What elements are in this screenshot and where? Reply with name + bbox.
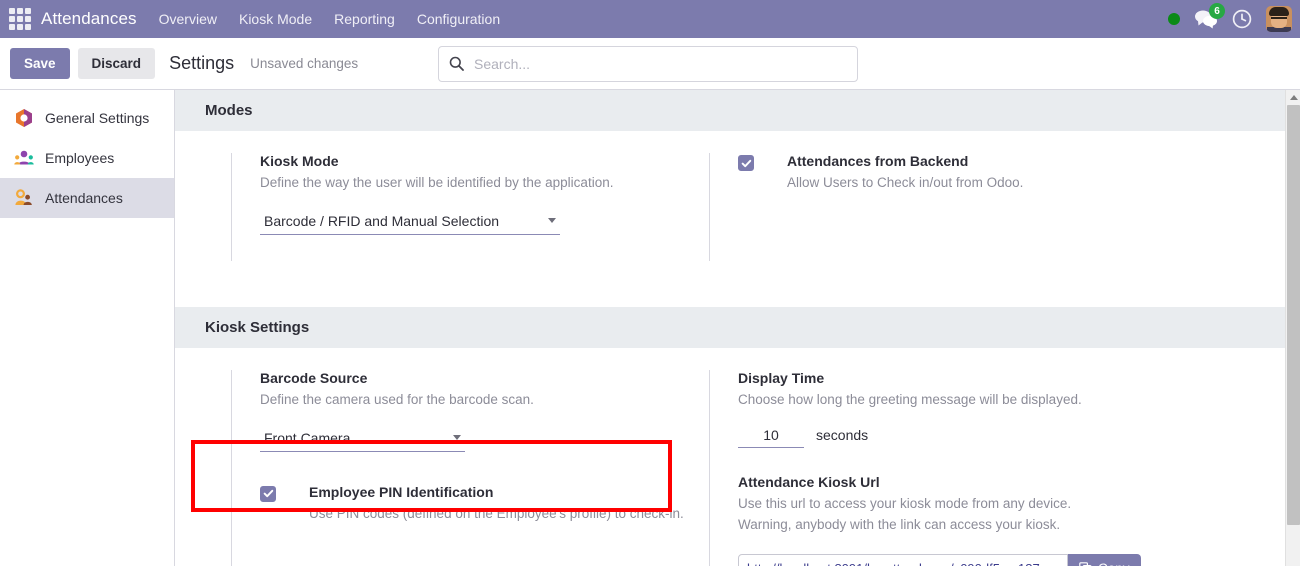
messages-icon[interactable]: 6 (1194, 3, 1225, 29)
menu-item-kiosk-mode[interactable]: Kiosk Mode (239, 11, 312, 27)
section-header-kiosk-settings: Kiosk Settings (175, 306, 1285, 348)
apps-grid-icon[interactable] (9, 8, 31, 30)
copy-url-button[interactable]: Copy (1068, 553, 1141, 566)
setting-title-kiosk-mode: Kiosk Mode (260, 153, 339, 169)
copy-icon (1079, 562, 1092, 566)
main-menu: Overview Kiosk Mode Reporting Configurat… (159, 11, 501, 27)
sidebar-label-general-settings: General Settings (45, 110, 150, 126)
employees-icon (14, 148, 34, 168)
kiosk-right-column: Display Time Choose how long the greetin… (709, 369, 1179, 566)
copy-url-label: Copy (1098, 561, 1130, 566)
attendances-backend-checkbox[interactable] (738, 155, 754, 171)
clock-icon[interactable] (1232, 9, 1252, 29)
setting-employee-pin-identification: Employee PIN Identification Use PIN code… (260, 484, 701, 525)
scrollbar-thumb[interactable] (1287, 105, 1300, 525)
search-icon (449, 56, 464, 71)
odoo-hexagon-icon (14, 108, 34, 128)
setting-desc-attendances-backend: Allow Users to Check in/out from Odoo. (787, 175, 1024, 190)
setting-kiosk-mode: Kiosk Mode Define the way the user will … (260, 153, 701, 235)
sidebar-item-attendances[interactable]: Attendances (0, 178, 174, 218)
setting-desc-display-time: Choose how long the greeting message wil… (738, 391, 1082, 407)
settings-content: Modes Kiosk Mode Define the way the user… (175, 90, 1300, 566)
setting-title-barcode-source: Barcode Source (260, 369, 368, 386)
setting-title-display-time: Display Time (738, 369, 825, 386)
setting-desc-kiosk-url-2: Warning, anybody with the link can acces… (738, 516, 1061, 532)
attendances-backend-text: Attendances from Backend Allow Users to … (787, 153, 1023, 194)
employee-pin-text: Employee PIN Identification Use PIN code… (309, 484, 684, 525)
modes-left-column: Kiosk Mode Define the way the user will … (231, 153, 701, 261)
display-time-unit: seconds (816, 426, 869, 443)
barcode-source-select[interactable]: Front Camera (260, 427, 465, 452)
setting-desc-kiosk-url-1: Use this url to access your kiosk mode f… (738, 495, 1072, 511)
search-box[interactable] (438, 45, 858, 82)
setting-title-attendances-backend: Attendances from Backend (787, 153, 969, 169)
kiosk-url-row: http://localhost:8091/hr_attendance/c090… (738, 553, 1179, 566)
setting-desc-kiosk-mode: Define the way the user will be identifi… (260, 175, 614, 190)
sidebar-label-employees: Employees (45, 150, 115, 166)
top-navbar: Attendances Overview Kiosk Mode Reportin… (0, 0, 1300, 38)
sidebar-label-attendances: Attendances (45, 190, 123, 206)
setting-barcode-source: Barcode Source Define the camera used fo… (260, 370, 701, 452)
navbar-right-tools: 6 (1168, 0, 1292, 38)
search-input[interactable] (474, 55, 847, 72)
chevron-down-icon (548, 218, 556, 224)
page-title: Settings (169, 53, 235, 73)
kiosk-left-column: Barcode Source Define the camera used fo… (231, 369, 701, 566)
section-body-modes: Kiosk Mode Define the way the user will … (175, 131, 1300, 261)
barcode-source-select-value: Front Camera (264, 429, 351, 446)
setting-title-employee-pin: Employee PIN Identification (309, 483, 494, 500)
setting-desc-barcode-source: Define the camera used for the barcode s… (260, 391, 534, 407)
menu-item-overview[interactable]: Overview (159, 11, 217, 27)
display-time-row: seconds (738, 426, 1179, 448)
section-body-kiosk-settings: Barcode Source Define the camera used fo… (175, 348, 1300, 566)
modes-right-column: Attendances from Backend Allow Users to … (709, 153, 1179, 261)
kiosk-mode-select-value: Barcode / RFID and Manual Selection (264, 212, 500, 229)
menu-item-reporting[interactable]: Reporting (334, 11, 395, 27)
scroll-up-arrow-icon[interactable] (1286, 90, 1300, 105)
setting-display-time: Display Time Choose how long the greetin… (738, 370, 1179, 448)
employee-pin-checkbox[interactable] (260, 485, 276, 502)
sidebar-item-employees[interactable]: Employees (0, 138, 174, 178)
display-time-input[interactable] (738, 426, 804, 448)
control-panel: Save Discard Settings Unsaved changes (0, 38, 1300, 90)
settings-body: General Settings Employees Attendances M… (0, 90, 1300, 566)
settings-sidebar: General Settings Employees Attendances (0, 90, 175, 566)
chevron-down-icon (453, 435, 461, 441)
save-button[interactable]: Save (10, 48, 70, 79)
setting-attendance-kiosk-url: Attendance Kiosk Url Use this url to acc… (738, 474, 1179, 566)
content-scrollbar[interactable] (1285, 90, 1300, 566)
user-avatar[interactable] (1266, 6, 1292, 32)
setting-attendances-from-backend: Attendances from Backend Allow Users to … (738, 153, 1179, 194)
menu-item-configuration[interactable]: Configuration (417, 11, 500, 27)
app-brand-name[interactable]: Attendances (41, 9, 137, 29)
messages-count-badge: 6 (1209, 3, 1225, 19)
kiosk-url-field[interactable]: http://localhost:8091/hr_attendance/c090… (738, 553, 1068, 566)
presence-status-dot[interactable] (1168, 13, 1180, 25)
discard-button[interactable]: Discard (77, 48, 156, 79)
section-header-modes: Modes (175, 90, 1285, 131)
setting-desc-employee-pin: Use PIN codes (defined on the Employee's… (309, 505, 684, 521)
attendances-icon (14, 188, 34, 208)
sidebar-item-general-settings[interactable]: General Settings (0, 98, 174, 138)
setting-title-kiosk-url: Attendance Kiosk Url (738, 473, 880, 490)
kiosk-mode-select[interactable]: Barcode / RFID and Manual Selection (260, 210, 560, 235)
unsaved-changes-indicator: Unsaved changes (250, 56, 359, 71)
